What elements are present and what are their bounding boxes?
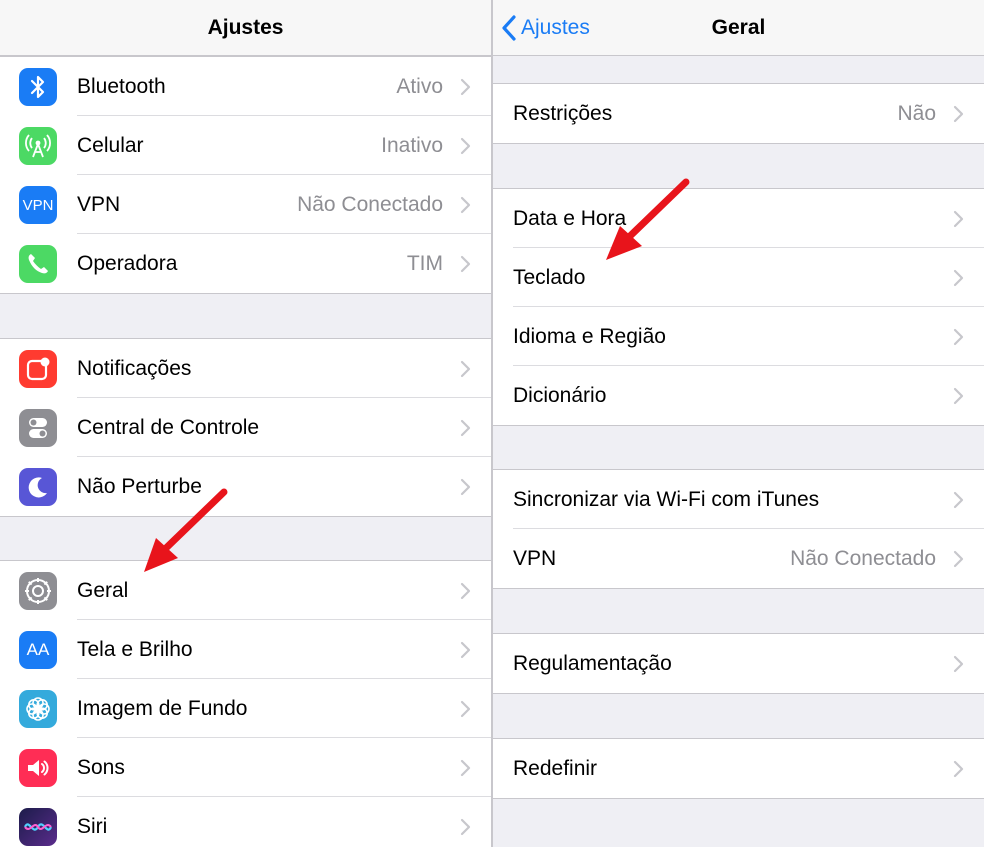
settings-row-redefinir[interactable]: Redefinir [493,739,984,798]
chevron-right-icon [953,491,964,509]
chevron-right-icon [460,137,471,155]
settings-row-central-de-controle[interactable]: Central de Controle [0,398,491,457]
chevron-right-icon [460,818,471,836]
chevron-right-icon [953,387,964,405]
display-brightness-icon: AA [19,631,57,669]
right-nav-bar: Ajustes Geral [493,0,984,56]
row-label: Bluetooth [77,74,166,98]
chevron-right-icon [460,641,471,659]
speaker-icon [19,749,57,787]
gear-icon [19,572,57,610]
left-settings-group: Geral AA Tela e Brilho Imagem de Fundo Sons S… [0,560,491,847]
general-pane: Ajustes Geral Restrições Não Data e Hora Te… [493,0,984,847]
row-label: Geral [77,578,129,602]
row-label: Celular [77,133,144,157]
settings-row-siri[interactable]: Siri [0,797,491,847]
settings-row-idioma-e-regiao[interactable]: Idioma e Região [493,307,984,366]
row-label: Central de Controle [77,415,260,439]
page-title: Geral [711,16,766,39]
chevron-right-icon [953,210,964,228]
cellular-icon [19,127,57,165]
notifications-icon [19,350,57,388]
chevron-right-icon [460,419,471,437]
page-title: Ajustes [207,16,284,39]
settings-row-vpn[interactable]: VPN Não Conectado [493,529,984,588]
row-label: Siri [77,814,108,838]
row-label: Sincronizar via Wi-Fi com iTunes [513,487,820,511]
settings-pane: Ajustes Bluetooth Ativo Celular Inativo VPN V… [0,0,491,847]
row-label: Regulamentação [513,651,672,675]
chevron-right-icon [460,360,471,378]
row-label: VPN [77,192,121,216]
wallpaper-icon [19,690,57,728]
row-value: Não Conectado [297,192,443,216]
control-center-icon [19,409,57,447]
row-label: Redefinir [513,756,598,780]
row-label: VPN [513,546,557,570]
settings-row-sincronizar-via-wi-fi-com-itunes[interactable]: Sincronizar via Wi-Fi com iTunes [493,470,984,529]
row-label: Restrições [513,101,613,125]
right-settings-group: Sincronizar via Wi-Fi com iTunes VPN Não C… [493,469,984,589]
row-value: Inativo [381,133,443,157]
settings-row-regulamentacao[interactable]: Regulamentação [493,634,984,693]
chevron-right-icon [460,255,471,273]
bluetooth-icon [19,68,57,106]
chevron-right-icon [460,196,471,214]
settings-row-vpn[interactable]: VPN VPN Não Conectado [0,175,491,234]
chevron-right-icon [953,655,964,673]
chevron-right-icon [460,700,471,718]
settings-row-imagem-de-fundo[interactable]: Imagem de Fundo [0,679,491,738]
chevron-right-icon [953,760,964,778]
chevron-right-icon [460,478,471,496]
settings-row-sons[interactable]: Sons [0,738,491,797]
settings-row-dicionario[interactable]: Dicionário [493,366,984,425]
settings-row-bluetooth[interactable]: Bluetooth Ativo [0,57,491,116]
chevron-right-icon [953,328,964,346]
row-value: Ativo [396,74,443,98]
row-label: Tela e Brilho [77,637,193,661]
right-settings-group: Restrições Não [493,83,984,144]
row-label: Dicionário [513,383,607,407]
settings-row-operadora[interactable]: Operadora TIM [0,234,491,293]
settings-row-tela-e-brilho[interactable]: AA Tela e Brilho [0,620,491,679]
chevron-right-icon [953,550,964,568]
row-label: Sons [77,755,125,779]
vpn-icon: VPN [19,186,57,224]
siri-icon [19,808,57,846]
row-label: Idioma e Região [513,324,666,348]
settings-row-restricoes[interactable]: Restrições Não [493,84,984,143]
row-label: Data e Hora [513,206,627,230]
row-label: Não Perturbe [77,474,202,498]
icon-glyph: VPN [22,196,54,214]
row-label: Imagem de Fundo [77,696,248,720]
row-value: TIM [406,251,443,275]
chevron-right-icon [953,105,964,123]
icon-glyph: AA [26,640,50,659]
settings-row-data-e-hora[interactable]: Data e Hora [493,189,984,248]
phone-icon [19,245,57,283]
moon-icon [19,468,57,506]
settings-row-nao-perturbe[interactable]: Não Perturbe [0,457,491,516]
right-settings-group: Data e Hora Teclado Idioma e Região Dicioná… [493,188,984,426]
row-label: Teclado [513,265,586,289]
chevron-right-icon [953,269,964,287]
left-nav-bar: Ajustes [0,0,491,56]
left-settings-group: Bluetooth Ativo Celular Inativo VPN VPN Não Co… [0,56,491,294]
left-settings-group: Notificações Central de Controle Não Pertu… [0,338,491,517]
row-value: Não Conectado [790,546,936,570]
right-settings-group: Regulamentação [493,633,984,694]
settings-row-celular[interactable]: Celular Inativo [0,116,491,175]
row-value: Não [897,101,936,125]
settings-row-geral[interactable]: Geral [0,561,491,620]
chevron-right-icon [460,78,471,96]
row-label: Notificações [77,356,192,380]
settings-row-teclado[interactable]: Teclado [493,248,984,307]
chevron-right-icon [460,582,471,600]
row-label: Operadora [77,251,178,275]
chevron-right-icon [460,759,471,777]
settings-row-notificacoes[interactable]: Notificações [0,339,491,398]
right-settings-group: Redefinir [493,738,984,799]
